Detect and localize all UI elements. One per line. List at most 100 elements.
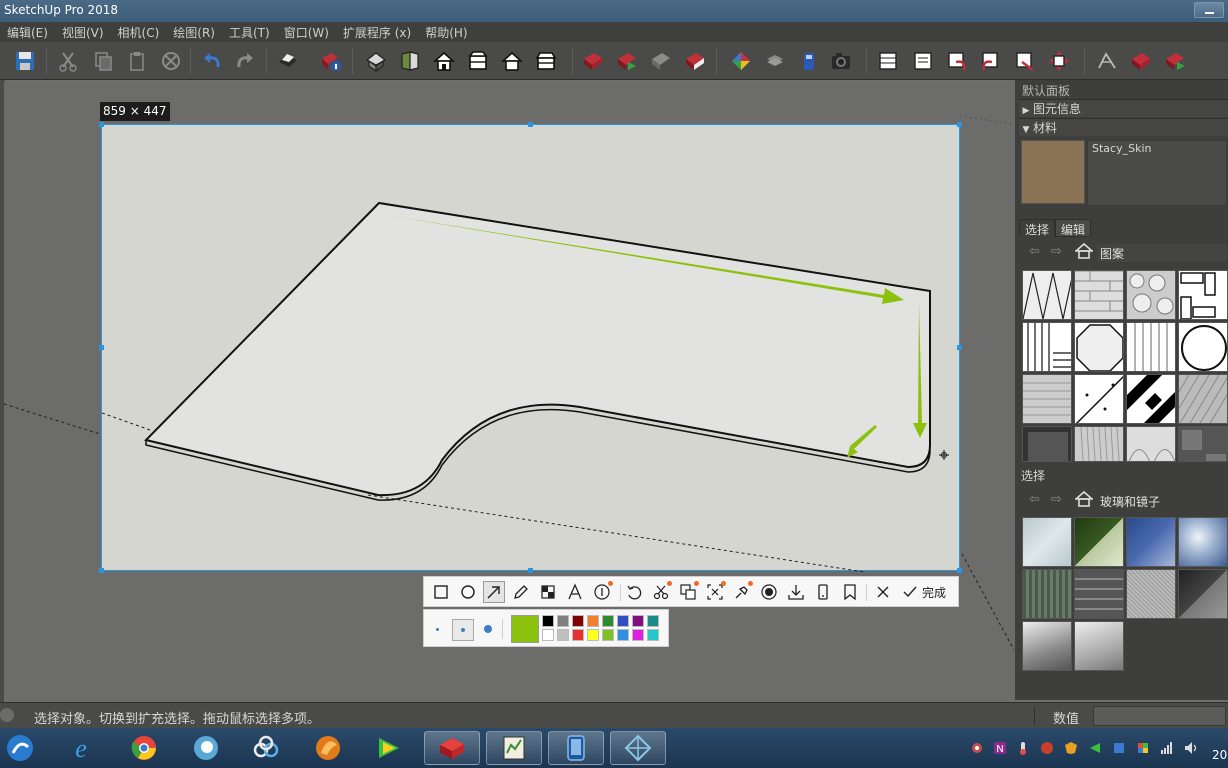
color-swatch[interactable]	[632, 629, 644, 641]
temperature-tray-icon[interactable]	[1016, 741, 1030, 755]
undo-icon[interactable]	[199, 48, 225, 74]
resize-handle[interactable]	[99, 568, 104, 573]
materials-section[interactable]: ▼ 材料	[1019, 118, 1228, 136]
color-swatch[interactable]	[572, 615, 584, 627]
redo-section-icon[interactable]	[978, 48, 1004, 74]
3d-warehouse-icon[interactable]	[796, 48, 822, 74]
cut-section-icon[interactable]	[1012, 48, 1038, 74]
rectangle-tool-icon[interactable]	[430, 581, 452, 603]
components-icon[interactable]	[580, 48, 606, 74]
download-icon[interactable]	[785, 581, 807, 603]
pin-icon[interactable]	[731, 581, 753, 603]
dark-stone-texture[interactable]	[1022, 426, 1072, 462]
zigzag-texture[interactable]	[1022, 270, 1072, 320]
extension-icon[interactable]	[682, 48, 708, 74]
close-icon[interactable]	[872, 581, 894, 603]
tab-select[interactable]: 选择	[1019, 219, 1056, 237]
section-icon[interactable]	[875, 48, 901, 74]
menu-tools[interactable]: 工具(T)	[222, 22, 277, 42]
forward-arrow-icon[interactable]: ⇨	[1051, 492, 1062, 507]
flag-tray-icon[interactable]	[1136, 741, 1150, 755]
menu-help[interactable]: 帮助(H)	[418, 22, 474, 42]
sandbox-icon[interactable]	[1094, 48, 1120, 74]
resize-handle[interactable]	[99, 122, 104, 127]
paste-icon[interactable]	[124, 48, 150, 74]
back-arrow-icon[interactable]: ⇦	[1029, 492, 1040, 507]
material-name-field[interactable]: Stacy_Skin	[1087, 140, 1227, 206]
resize-handle[interactable]	[99, 345, 104, 350]
color-swatch[interactable]	[602, 629, 614, 641]
light-mirror-texture[interactable]	[1074, 621, 1124, 671]
sky-reflection-texture[interactable]	[1178, 517, 1228, 567]
phone-icon[interactable]	[812, 581, 834, 603]
number-tool-icon[interactable]	[591, 581, 613, 603]
layout-icon[interactable]	[610, 731, 666, 765]
current-color-swatch[interactable]	[511, 615, 539, 643]
color-swatch[interactable]	[617, 615, 629, 627]
mosaic-tool-icon[interactable]	[537, 581, 559, 603]
media-player-icon[interactable]	[360, 731, 416, 765]
menu-camera[interactable]: 相机(C)	[111, 22, 167, 42]
chart-app-icon[interactable]	[486, 731, 542, 765]
resize-handle[interactable]	[957, 345, 962, 350]
color-swatch[interactable]	[587, 615, 599, 627]
warehouse-get-icon[interactable]	[1128, 48, 1154, 74]
menu-edit[interactable]: 编辑(E)	[0, 22, 55, 42]
tab-edit[interactable]: 编辑	[1055, 219, 1092, 237]
styles-icon[interactable]	[728, 48, 754, 74]
print-icon[interactable]	[275, 48, 301, 74]
color-swatch[interactable]	[647, 629, 659, 641]
menu-extensions[interactable]: 扩展程序 (x)	[336, 22, 418, 42]
green-glass-texture[interactable]	[1074, 517, 1124, 567]
home-view-icon[interactable]	[431, 48, 457, 74]
text-tool-icon[interactable]	[564, 581, 586, 603]
size-large-option[interactable]	[484, 625, 492, 633]
hatch-texture[interactable]	[1178, 374, 1228, 424]
edge-icon[interactable]	[178, 731, 234, 765]
checker-texture[interactable]	[1126, 374, 1176, 424]
menu-draw[interactable]: 绘图(R)	[166, 22, 222, 42]
cut-icon[interactable]	[55, 48, 81, 74]
back-arrow-icon[interactable]: ⇦	[1029, 244, 1040, 259]
baidu-netdisk-icon[interactable]	[238, 731, 294, 765]
octagon-tile-texture[interactable]	[1074, 322, 1124, 372]
resize-handle[interactable]	[957, 122, 962, 127]
toggle-terrain-icon[interactable]	[648, 48, 674, 74]
add-location-icon[interactable]	[614, 48, 640, 74]
color-swatch[interactable]	[572, 629, 584, 641]
herringbone-texture[interactable]	[1022, 322, 1072, 372]
grid-glass-texture[interactable]	[1074, 569, 1124, 619]
volume-tray-icon[interactable]	[1184, 741, 1198, 755]
copy-icon[interactable]	[90, 48, 116, 74]
gear-tray-icon[interactable]	[970, 741, 984, 755]
tablet-icon[interactable]	[548, 731, 604, 765]
mirror-texture[interactable]	[1022, 621, 1072, 671]
color-swatch[interactable]	[557, 629, 569, 641]
resize-handle[interactable]	[528, 122, 533, 127]
onenote-tray-icon[interactable]: N	[993, 741, 1007, 755]
color-swatch[interactable]	[557, 615, 569, 627]
layers-icon[interactable]	[762, 48, 788, 74]
color-swatch[interactable]	[647, 615, 659, 627]
entity-info-section[interactable]: ▶ 图元信息	[1019, 99, 1228, 117]
textured-glass-texture[interactable]	[1126, 569, 1176, 619]
home-icon[interactable]	[1075, 490, 1093, 508]
home-icon[interactable]	[1075, 242, 1093, 260]
finish-button[interactable]: 完成	[922, 584, 946, 601]
screenshot-capture-region[interactable]	[101, 124, 960, 572]
color-swatch[interactable]	[602, 615, 614, 627]
model-info-icon[interactable]	[318, 48, 344, 74]
ie-icon[interactable]: e	[53, 731, 109, 765]
back-view-icon[interactable]	[533, 48, 559, 74]
resize-handle[interactable]	[957, 568, 962, 573]
material-preview-swatch[interactable]	[1021, 140, 1085, 204]
arrow-tray-icon[interactable]	[1088, 741, 1102, 755]
color-swatch[interactable]	[617, 629, 629, 641]
resize-handle[interactable]	[528, 568, 533, 573]
wood-texture[interactable]	[1074, 426, 1124, 462]
record-icon[interactable]	[758, 581, 780, 603]
erase-icon[interactable]	[158, 48, 184, 74]
circle-texture[interactable]	[1178, 322, 1228, 372]
cut-ocr-icon[interactable]	[650, 581, 672, 603]
undo-icon[interactable]	[623, 581, 645, 603]
